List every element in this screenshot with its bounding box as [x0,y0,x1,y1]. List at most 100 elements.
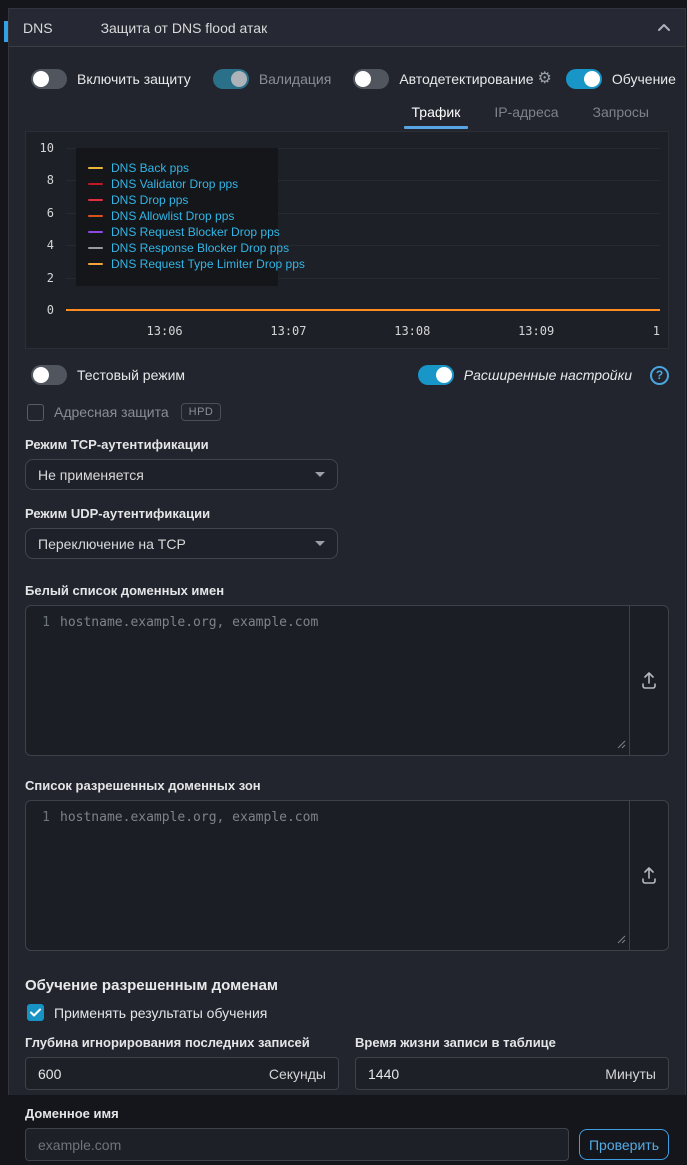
validation-toggle[interactable] [213,69,249,89]
domain-name-input[interactable] [25,1128,569,1161]
allowed-zones-label: Список разрешенных доменных зон [25,778,669,793]
help-icon[interactable]: ? [650,366,669,385]
depth-field: Секунды [25,1057,339,1090]
accent-bar [4,21,8,42]
chart-plot-area: DNS Back pps DNS Validator Drop ppsDNS Dr… [66,148,660,310]
tab-requests[interactable]: Запросы [579,97,663,129]
x-tick-label: 13:06 [147,324,183,338]
x-tick-label: 13:08 [394,324,430,338]
ttl-input[interactable] [368,1066,605,1082]
dns-protection-panel: DNS Защита от DNS flood атак Включить за… [8,8,686,1095]
ttl-label: Время жизни записи в таблице [355,1035,669,1050]
check-domain-button[interactable]: Проверить [579,1129,669,1160]
hpd-badge: HPD [181,403,222,421]
legend-series-swatch [88,199,103,201]
udp-auth-label: Режим UDP-аутентификации [25,506,669,521]
chart-tabs: Трафик IP-адреса Запросы [25,97,669,129]
panel-subtitle: Защита от DNS flood атак [101,20,268,36]
udp-auth-select[interactable]: Переключение на TCP [25,528,338,559]
protection-toggles-row: Включить защиту Валидация Автодетектиров… [31,69,669,89]
panel-header[interactable]: DNS Защита от DNS flood атак [9,9,685,47]
resize-handle-icon[interactable] [617,736,626,752]
whitelist-placeholder: hostname.example.org, example.com [60,615,318,630]
validation-label: Валидация [259,71,332,87]
toggle-knob [584,71,600,87]
depth-unit: Секунды [269,1066,326,1082]
allowed-zones-editor-wrap: 1 hostname.example.org, example.com [25,800,669,951]
whitelist-editor[interactable]: 1 hostname.example.org, example.com [26,606,629,755]
apply-learning-checkbox[interactable] [27,1004,44,1021]
ttl-field: Минуты [355,1057,669,1090]
advanced-settings-toggle[interactable] [418,365,454,385]
legend-series-label: DNS Back pps [111,161,189,175]
tcp-auth-select[interactable]: Не применяется [25,459,338,490]
depth-input[interactable] [38,1066,269,1082]
y-tick-label: 0 [47,303,54,317]
tab-ip-addresses[interactable]: IP-адреса [480,97,572,129]
line-number: 1 [26,810,60,825]
chart-x-axis: 13:06 13:07 13:08 13:09 13 [66,324,660,340]
panel-title: DNS [23,20,53,36]
domain-check-row: Проверить [25,1128,669,1161]
legend-series-label: DNS Validator Drop pps [111,177,238,191]
depth-label: Глубина игнорирования последних записей [25,1035,339,1050]
toggle-knob [231,71,247,87]
learning-params: Глубина игнорирования последних записей … [25,1035,669,1090]
address-protection-row: Адресная защита HPD [27,403,669,421]
toggle-knob [355,71,371,87]
legend-series-swatch [88,167,103,169]
tab-traffic[interactable]: Трафик [398,97,475,129]
udp-auth-value: Переключение на TCP [38,536,315,552]
x-tick-label: 13:07 [270,324,306,338]
legend-item[interactable]: DNS Response Blocker Drop pps [88,240,268,256]
enable-protection-label: Включить защиту [77,71,191,87]
chevron-down-icon [315,472,325,477]
chart-legend: DNS Back pps DNS Validator Drop ppsDNS Dr… [76,148,278,286]
allowed-zones-editor[interactable]: 1 hostname.example.org, example.com [26,801,629,950]
legend-series-swatch [88,263,103,265]
learning-toggle[interactable] [566,69,602,89]
domain-name-label: Доменное имя [25,1106,669,1121]
ttl-unit: Минуты [605,1066,656,1082]
tcp-auth-label: Режим TCP-аутентификации [25,437,669,452]
chevron-up-icon[interactable] [657,23,671,32]
address-protection-checkbox[interactable] [27,404,44,421]
legend-series-label: DNS Request Blocker Drop pps [111,225,280,239]
address-protection-label: Адресная защита [54,404,169,420]
toggle-knob [33,367,49,383]
test-mode-toggle[interactable] [31,365,67,385]
legend-item[interactable]: DNS Drop pps [88,192,268,208]
legend-item[interactable]: DNS Request Type Limiter Drop pps [88,256,268,272]
legend-item[interactable]: DNS Back pps [88,160,268,176]
chart-zero-series-line [66,309,660,311]
line-number: 1 [26,615,60,630]
legend-item[interactable]: DNS Request Blocker Drop pps [88,224,268,240]
learning-label: Обучение [612,71,676,87]
legend-item[interactable]: DNS Allowlist Drop pps [88,208,268,224]
whitelist-gutter [629,606,668,755]
test-mode-label: Тестовый режим [77,367,185,383]
upload-icon[interactable] [641,867,657,885]
gear-icon[interactable]: ⚙ [538,71,552,87]
y-tick-label: 4 [47,238,54,252]
legend-series-swatch [88,215,103,217]
x-tick-label: 13 [653,324,660,338]
legend-series-swatch [88,183,103,185]
upload-icon[interactable] [641,672,657,690]
whitelist-label: Белый список доменных имен [25,583,669,598]
toggle-knob [33,71,49,87]
x-tick-label: 13:09 [518,324,554,338]
autodetect-toggle[interactable] [353,69,389,89]
y-tick-label: 2 [47,271,54,285]
enable-protection-toggle[interactable] [31,69,67,89]
apply-learning-label: Применять результаты обучения [54,1005,267,1021]
chart-y-axis: 1086420 [26,148,60,310]
traffic-chart: 1086420 DNS Back ppsDNS Validator Drop p… [25,131,669,349]
legend-series-swatch [88,231,103,233]
autodetect-label: Автодетектирование [399,71,533,87]
learning-section: Обучение разрешенным доменам Применять р… [25,977,669,1165]
resize-handle-icon[interactable] [617,931,626,947]
apply-learning-row: Применять результаты обучения [27,1004,669,1021]
advanced-settings-label: Расширенные настройки [464,367,632,383]
legend-item[interactable]: DNS Validator Drop pps [88,176,268,192]
